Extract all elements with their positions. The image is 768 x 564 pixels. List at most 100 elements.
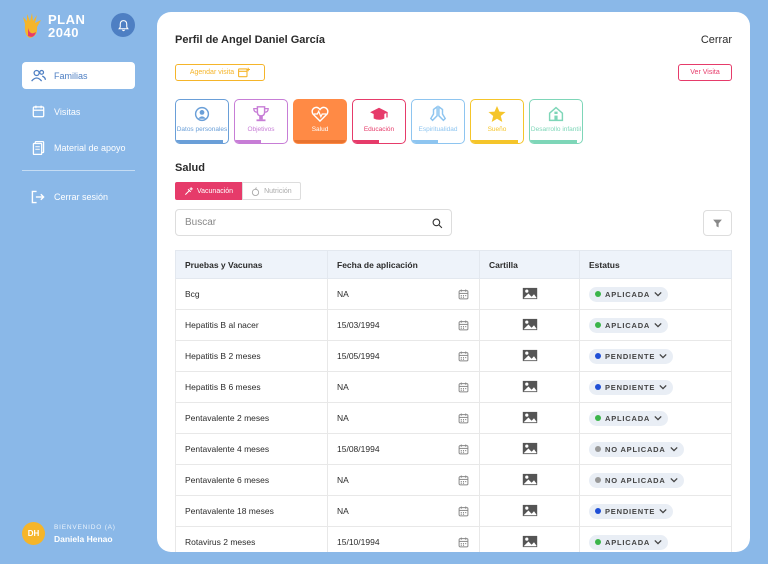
status-dot bbox=[595, 322, 601, 328]
view-visit-button[interactable]: Ver Visita bbox=[678, 64, 732, 81]
image-icon[interactable] bbox=[522, 318, 538, 331]
sidebar-item-visitas[interactable]: Visitas bbox=[22, 98, 135, 125]
category-label: Espiritualidad bbox=[418, 126, 458, 133]
sidebar-item-familias[interactable]: Familias bbox=[22, 62, 135, 89]
logout-button[interactable]: Cerrar sesión bbox=[22, 183, 135, 210]
chevron-down-icon bbox=[654, 415, 662, 421]
tab-salud[interactable]: Salud bbox=[293, 99, 347, 144]
status-dropdown[interactable]: PENDIENTE bbox=[589, 379, 674, 395]
card-image-cell bbox=[479, 309, 580, 341]
status-cell: PENDIENTE bbox=[579, 340, 732, 372]
application-date-cell: NA bbox=[327, 402, 480, 434]
calendar-icon[interactable] bbox=[458, 320, 469, 331]
status-dropdown[interactable]: PENDIENTE bbox=[589, 503, 674, 519]
image-icon[interactable] bbox=[522, 442, 538, 455]
calendar-icon[interactable] bbox=[458, 537, 469, 548]
category-progress-bar bbox=[235, 140, 261, 143]
calendar-icon bbox=[30, 104, 46, 120]
column-header: Estatus bbox=[579, 250, 732, 279]
card-image-cell bbox=[479, 433, 580, 465]
heart-pulse-icon bbox=[311, 105, 329, 123]
syringe-icon bbox=[184, 186, 193, 195]
tab-espiritualidad[interactable]: Espiritualidad bbox=[411, 99, 465, 144]
image-icon[interactable] bbox=[522, 504, 538, 517]
column-header: Fecha de aplicación bbox=[327, 250, 480, 279]
status-dropdown[interactable]: NO APLICADA bbox=[589, 441, 684, 457]
sidebar-item-material-de-apoyo[interactable]: Material de apoyo bbox=[22, 134, 135, 161]
status-cell: PENDIENTE bbox=[579, 495, 732, 527]
card-image-cell bbox=[479, 495, 580, 527]
status-label: APLICADA bbox=[605, 289, 651, 299]
status-label: APLICADA bbox=[605, 537, 651, 547]
calendar-icon[interactable] bbox=[458, 475, 469, 486]
tab-datos-personales[interactable]: Datos personales bbox=[175, 99, 229, 144]
schedule-visit-label: Agendar visita bbox=[189, 69, 235, 76]
tab-nutricion[interactable]: Nutrición bbox=[242, 182, 301, 200]
category-progress-bar bbox=[176, 140, 223, 143]
filter-button[interactable] bbox=[703, 210, 732, 236]
image-icon[interactable] bbox=[522, 380, 538, 393]
table-row: Pentavalente 2 meses NA APLICADA bbox=[175, 402, 732, 434]
vaccine-name: Pentavalente 2 meses bbox=[175, 402, 328, 434]
tab-label: Nutrición bbox=[264, 187, 292, 195]
status-dot bbox=[595, 446, 601, 452]
status-cell: NO APLICADA bbox=[579, 433, 732, 465]
status-dropdown[interactable]: APLICADA bbox=[589, 534, 669, 550]
application-date: NA bbox=[337, 413, 349, 423]
status-cell: APLICADA bbox=[579, 309, 732, 341]
user-info: DH BIENVENIDO (A) Daniela Henao bbox=[22, 522, 116, 545]
application-date-cell: NA bbox=[327, 278, 480, 310]
image-icon[interactable] bbox=[522, 535, 538, 548]
category-label: Salud bbox=[311, 126, 329, 133]
card-image-cell bbox=[479, 340, 580, 372]
users-icon bbox=[30, 68, 46, 84]
calendar-icon[interactable] bbox=[458, 506, 469, 517]
status-dot bbox=[595, 353, 601, 359]
logout-label: Cerrar sesión bbox=[54, 191, 109, 202]
search-input[interactable]: Buscar bbox=[175, 209, 452, 236]
status-label: NO APLICADA bbox=[605, 444, 666, 454]
tab-vacunacion[interactable]: Vacunación bbox=[175, 182, 243, 200]
avatar: DH bbox=[22, 522, 45, 545]
status-label: PENDIENTE bbox=[605, 351, 656, 361]
filter-icon bbox=[713, 219, 722, 227]
calendar-add-icon bbox=[238, 67, 251, 78]
image-icon[interactable] bbox=[522, 411, 538, 424]
vaccine-name: Hepatitis B 2 meses bbox=[175, 340, 328, 372]
application-date-cell: 15/03/1994 bbox=[327, 309, 480, 341]
image-icon[interactable] bbox=[522, 473, 538, 486]
application-date: 15/10/1994 bbox=[337, 537, 380, 547]
graduation-cap-icon bbox=[369, 105, 389, 123]
application-date-cell: NA bbox=[327, 371, 480, 403]
image-icon[interactable] bbox=[522, 287, 538, 300]
status-cell: APLICADA bbox=[579, 402, 732, 434]
close-button[interactable]: Cerrar bbox=[701, 34, 732, 46]
status-dropdown[interactable]: NO APLICADA bbox=[589, 472, 684, 488]
application-date-cell: NA bbox=[327, 464, 480, 496]
calendar-icon[interactable] bbox=[458, 413, 469, 424]
application-date-cell: 15/05/1994 bbox=[327, 340, 480, 372]
tab-objetivos[interactable]: Objetivos bbox=[234, 99, 288, 144]
calendar-icon[interactable] bbox=[458, 289, 469, 300]
tab-sueno[interactable]: Sueño bbox=[470, 99, 524, 144]
calendar-icon[interactable] bbox=[458, 351, 469, 362]
card-image-cell bbox=[479, 464, 580, 496]
table-row: Pentavalente 18 meses NA PENDIENTE bbox=[175, 495, 732, 527]
status-dot bbox=[595, 291, 601, 297]
status-dropdown[interactable]: APLICADA bbox=[589, 286, 669, 302]
status-dropdown[interactable]: APLICADA bbox=[589, 410, 669, 426]
tab-educacion[interactable]: Educación bbox=[352, 99, 406, 144]
notifications-button[interactable] bbox=[111, 13, 135, 37]
calendar-icon[interactable] bbox=[458, 444, 469, 455]
documents-icon bbox=[30, 140, 46, 156]
schedule-visit-button[interactable]: Agendar visita bbox=[175, 64, 265, 81]
calendar-icon[interactable] bbox=[458, 382, 469, 393]
category-tabs: Datos personales Objetivos Salud Educación E… bbox=[175, 99, 583, 144]
image-icon[interactable] bbox=[522, 349, 538, 362]
logout-icon bbox=[30, 189, 46, 205]
status-label: NO APLICADA bbox=[605, 475, 666, 485]
status-dropdown[interactable]: PENDIENTE bbox=[589, 348, 674, 364]
card-image-cell bbox=[479, 526, 580, 552]
status-dropdown[interactable]: APLICADA bbox=[589, 317, 669, 333]
tab-desarrollo-infantil[interactable]: Desarrollo infantil bbox=[529, 99, 583, 144]
